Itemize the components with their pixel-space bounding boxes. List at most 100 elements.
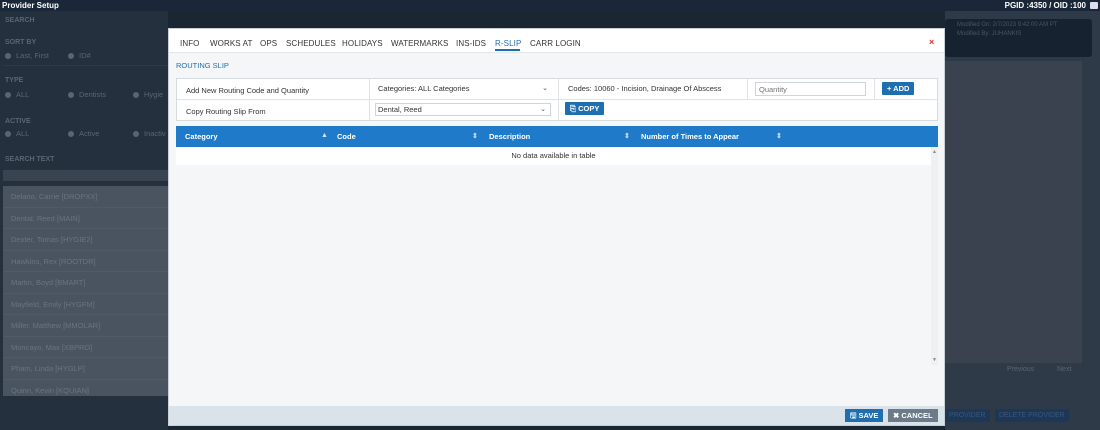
tab-holidays[interactable]: HOLIDAYS [342, 39, 383, 48]
cancel-button[interactable]: ✖ CANCEL [888, 409, 938, 422]
search-text-label: SEARCH TEXT [5, 156, 55, 163]
sort-asc-icon[interactable]: ▲ [321, 132, 328, 139]
routing-slip-form: Add New Routing Code and Quantity Catego… [176, 78, 938, 121]
modified-by-text: Modified By: JUHANKIS [957, 31, 1022, 37]
modal-footer: 🖫 SAVE ✖ CANCEL [169, 406, 944, 425]
radio-icon [68, 92, 74, 99]
tab-ops[interactable]: OPS [260, 39, 277, 48]
app-header-bar: Provider Setup PGID :4350 / OID :100 [0, 0, 1100, 11]
provider-list: Delano, Carrie [DROPXX] Dental, Reed [MA… [3, 186, 168, 396]
sort-icon[interactable]: ⇕ [776, 132, 782, 140]
copy-routing-label: Copy Routing Slip From [186, 107, 266, 116]
quantity-input[interactable] [755, 82, 866, 96]
type-option-hygienists[interactable]: Hygie [133, 90, 163, 99]
tab-works-at[interactable]: WORKS AT [210, 39, 252, 48]
detail-content-area [945, 61, 1082, 363]
category-select[interactable]: Categories: ALL Categories ⌄ [375, 82, 553, 95]
scroll-down-icon[interactable]: ▼ [932, 357, 937, 363]
divider [747, 79, 748, 100]
tab-watermarks[interactable]: WATERMARKS [391, 39, 448, 48]
divider [558, 100, 559, 121]
sort-option-id[interactable]: ID# [68, 51, 91, 60]
list-item[interactable]: Miller, Matthew [MMOLAR] [3, 315, 168, 337]
sort-option-last-first[interactable]: Last, First [5, 51, 49, 60]
save-button-label: SAVE [858, 411, 879, 420]
tab-ins-ids[interactable]: INS-IDS [456, 39, 486, 48]
modified-info-panel: Modified On: 2/7/2023 9:42:00 AM PT Modi… [945, 19, 1092, 57]
copy-button[interactable]: ⎘ COPY [565, 102, 605, 115]
routing-table-body: No data available in table ▲ ▼ [176, 147, 938, 365]
radio-icon [5, 53, 11, 60]
pgid-oid-label: PGID :4350 / OID :100 [1004, 1, 1086, 10]
code-select-value: Codes: 10060 - Incision, Drainage Of Abs… [568, 84, 722, 93]
type-option-dentists[interactable]: Dentists [68, 90, 106, 99]
column-header-times-to-appear[interactable]: Number of Times to Appear [641, 132, 739, 141]
list-item[interactable]: Hawkins, Rex [ROOTDR] [3, 251, 168, 272]
list-item[interactable]: Moncayo, Max [XBPRO] [3, 337, 168, 358]
copy-icon: ⎘ [570, 104, 579, 113]
close-icon[interactable]: × [929, 37, 934, 47]
tab-carr-login[interactable]: CARR LOGIN [530, 39, 581, 48]
radio-icon [133, 131, 139, 138]
tab-info[interactable]: INFO [180, 39, 200, 48]
add-provider-button[interactable]: PROVIDER [945, 409, 990, 422]
provider-detail-background: Modified On: 2/7/2023 9:42:00 AM PT Modi… [945, 11, 1100, 430]
table-scrollbar[interactable]: ▲ ▼ [931, 147, 938, 365]
divider [369, 100, 370, 121]
copy-routing-row: Copy Routing Slip From Dental, Reed ⌄ ⎘ … [177, 100, 937, 121]
routing-table-header: Category ▲ Code ⇕ Description ⇕ Number o… [176, 126, 938, 147]
sidebar-divider [3, 65, 168, 66]
list-item[interactable]: Quinn, Kevin [KQUIAN] [3, 380, 168, 397]
active-label: ACTIVE [5, 118, 31, 125]
radio-icon [133, 92, 139, 99]
modified-on-text: Modified On: 2/7/2023 9:42:00 AM PT [957, 22, 1058, 28]
type-option-all[interactable]: ALL [5, 90, 29, 99]
copy-from-value: Dental, Reed [378, 105, 422, 114]
add-routing-row: Add New Routing Code and Quantity Catego… [177, 79, 937, 100]
active-option-inactive[interactable]: Inactiv [133, 129, 166, 138]
list-item[interactable]: Pham, Linda [HYGLP] [3, 358, 168, 380]
print-icon[interactable] [1090, 2, 1098, 9]
list-item[interactable]: Dexter, Tomas [HYGIE2] [3, 229, 168, 251]
delete-provider-button[interactable]: DELETE PROVIDER [995, 409, 1069, 422]
tab-r-slip[interactable]: R-SLIP [495, 39, 521, 48]
save-button[interactable]: 🖫 SAVE [845, 409, 884, 422]
type-label: TYPE [5, 77, 24, 84]
active-tab-indicator [495, 49, 520, 51]
add-routing-label: Add New Routing Code and Quantity [186, 86, 309, 95]
copy-button-label: COPY [578, 104, 600, 113]
sort-icon[interactable]: ⇕ [472, 132, 478, 140]
search-header: SEARCH [5, 17, 35, 24]
radio-icon [68, 131, 74, 138]
list-item[interactable]: Dental, Reed [MAIN] [3, 208, 168, 229]
radio-icon [68, 53, 74, 60]
list-item[interactable]: Delano, Carrie [DROPXX] [3, 186, 168, 208]
cancel-button-label: CANCEL [901, 411, 933, 420]
divider [558, 79, 559, 100]
category-select-value: Categories: ALL Categories [378, 84, 470, 93]
search-input[interactable] [3, 170, 168, 181]
section-title: ROUTING SLIP [176, 61, 229, 70]
active-option-all[interactable]: ALL [5, 129, 29, 138]
column-header-category[interactable]: Category [185, 132, 218, 141]
chevron-down-icon: ⌄ [540, 106, 546, 113]
sort-icon[interactable]: ⇕ [624, 132, 630, 140]
column-header-description[interactable]: Description [489, 132, 530, 141]
empty-table-message: No data available in table [176, 147, 931, 165]
tab-schedules[interactable]: SCHEDULES [286, 39, 336, 48]
column-header-code[interactable]: Code [337, 132, 356, 141]
active-option-active[interactable]: Active [68, 129, 99, 138]
copy-from-select[interactable]: Dental, Reed ⌄ [375, 103, 551, 116]
app-title: Provider Setup [2, 1, 59, 10]
scroll-up-icon[interactable]: ▲ [932, 149, 937, 155]
add-button[interactable]: + ADD [882, 82, 915, 95]
pager-next[interactable]: Next [1057, 366, 1071, 373]
divider [874, 79, 875, 100]
list-item[interactable]: Martin, Boyd [BMART] [3, 272, 168, 294]
list-item[interactable]: Mayfield, Emily [HYGFM] [3, 294, 168, 315]
divider [369, 79, 370, 100]
chevron-down-icon: ⌄ [542, 85, 548, 92]
radio-icon [5, 92, 11, 99]
pager-previous[interactable]: Previous [1007, 366, 1034, 373]
code-select[interactable]: Codes: 10060 - Incision, Drainage Of Abs… [565, 82, 741, 95]
